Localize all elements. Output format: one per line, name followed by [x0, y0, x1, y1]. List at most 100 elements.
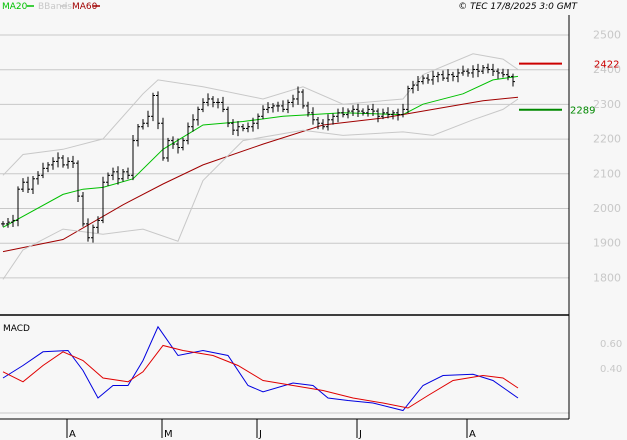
ohlc-bar: [156, 91, 160, 130]
ohlc-bar: [446, 69, 450, 82]
stock-chart: MA20 BBands MA60 © TEC 17/8/2025 3:0 GMT…: [0, 2, 622, 440]
ohlc-bar: [106, 172, 110, 187]
ohlc-bar: [76, 160, 80, 203]
ohlc-bar: [326, 114, 330, 131]
ohlc-bar: [301, 89, 305, 109]
ohlc-bar: [151, 92, 155, 122]
ohlc-bar: [476, 63, 480, 78]
ohlc-bar: [36, 171, 40, 185]
ohlc-bar: [461, 65, 465, 76]
ohlc-bar: [311, 107, 315, 125]
ohlc-bar: [486, 63, 490, 74]
legend: MA20 BBands MA60: [2, 2, 100, 12]
ohlc-bar: [436, 71, 440, 83]
ohlc-bar: [286, 99, 290, 114]
series-bb-upper: [2, 53, 519, 176]
copyright: © TEC 17/8/2025 3:0 GMT: [458, 2, 578, 12]
ohlc-bar: [341, 107, 345, 118]
ohlc-bar: [121, 169, 125, 182]
ohlc-bar: [511, 73, 515, 87]
ohlc-bar: [141, 119, 145, 130]
ohlc-bar: [136, 123, 140, 147]
ohlc-bar: [146, 110, 150, 128]
ohlc-bar: [256, 113, 260, 130]
ohlc-bar: [401, 103, 405, 118]
ohlc-bar: [86, 218, 90, 242]
ohlc-bar: [56, 152, 60, 168]
price-tick-label: 1900: [593, 237, 621, 250]
x-tick-label: A: [469, 429, 476, 440]
price-tick-label: 1800: [593, 271, 621, 284]
ohlc-bar: [411, 80, 415, 94]
ohlc-bar: [506, 69, 510, 81]
series-ma60: [2, 96, 519, 253]
ohlc-bar: [441, 70, 445, 81]
x-tick-label: M: [164, 429, 173, 440]
ohlc-bar: [246, 122, 250, 133]
ohlc-bar: [236, 121, 240, 137]
ohlc-bar: [331, 113, 335, 125]
level-label: 2422: [594, 60, 619, 71]
level-label: 2289: [570, 106, 595, 117]
ohlc-bar: [71, 155, 75, 169]
ohlc-bar: [16, 186, 20, 227]
ohlc-bar: [81, 191, 85, 227]
macd-label: MACD: [3, 324, 30, 334]
legend-bbands: BBands: [38, 2, 72, 12]
x-tick-label: J: [258, 429, 262, 440]
macd-tick-label: 0.40: [600, 364, 622, 375]
ohlc-bar: [26, 176, 30, 193]
legend-ma60: MA60: [72, 2, 98, 12]
ohlc-bar: [211, 96, 215, 108]
ohlc-bar: [241, 123, 245, 132]
ohlc-bar: [201, 98, 205, 113]
price-bars: [1, 63, 515, 243]
price-tick-label: 2000: [593, 202, 621, 215]
ohlc-bar: [276, 101, 280, 112]
ohlc-bar: [66, 157, 70, 169]
ohlc-bar: [101, 176, 105, 224]
price-tick-label: 2500: [593, 29, 621, 42]
ohlc-bar: [426, 73, 430, 84]
ohlc-bar: [51, 157, 55, 170]
ohlc-bar: [366, 105, 370, 117]
x-tick-label: J: [358, 429, 362, 440]
macd-axis: 0.60 0.40: [600, 339, 622, 375]
gridlines: [0, 34, 569, 414]
series-bb-lower: [2, 98, 519, 280]
price-tick-label: 2300: [593, 98, 621, 111]
ohlc-bar: [1, 221, 5, 227]
ohlc-bar: [451, 71, 455, 82]
ohlc-bar: [196, 106, 200, 126]
ohlc-bar: [431, 70, 435, 85]
ohlc-bar: [321, 119, 325, 130]
series-macd: [2, 325, 519, 412]
ohlc-bar: [261, 105, 265, 120]
price-tick-label: 2100: [593, 167, 621, 180]
ohlc-bar: [291, 94, 295, 108]
ohlc-bar: [351, 105, 355, 116]
ohlc-bar: [181, 137, 185, 151]
ohlc-bar: [281, 100, 285, 113]
ohlc-bar: [361, 108, 365, 116]
ohlc-bar: [21, 178, 25, 192]
ohlc-bar: [61, 155, 65, 168]
macd-tick-label: 0.60: [600, 339, 622, 350]
ohlc-bar: [266, 102, 270, 114]
ohlc-bar: [46, 162, 50, 173]
ohlc-bar: [356, 103, 360, 118]
indicator-lines: [2, 53, 519, 412]
ohlc-bar: [166, 137, 170, 162]
ohlc-bar: [216, 98, 220, 109]
series-ma20: [2, 75, 519, 228]
ohlc-bar: [471, 65, 475, 78]
time-axis: AMJJA: [66, 419, 476, 440]
ohlc-bar: [191, 114, 195, 132]
ohlc-bar: [31, 175, 35, 195]
price-tick-label: 2200: [593, 133, 621, 146]
ohlc-bar: [6, 217, 10, 228]
ohlc-bar: [226, 106, 230, 128]
ohlc-bar: [376, 108, 380, 123]
legend-ma20: MA20: [2, 2, 28, 12]
ohlc-bar: [456, 68, 460, 83]
